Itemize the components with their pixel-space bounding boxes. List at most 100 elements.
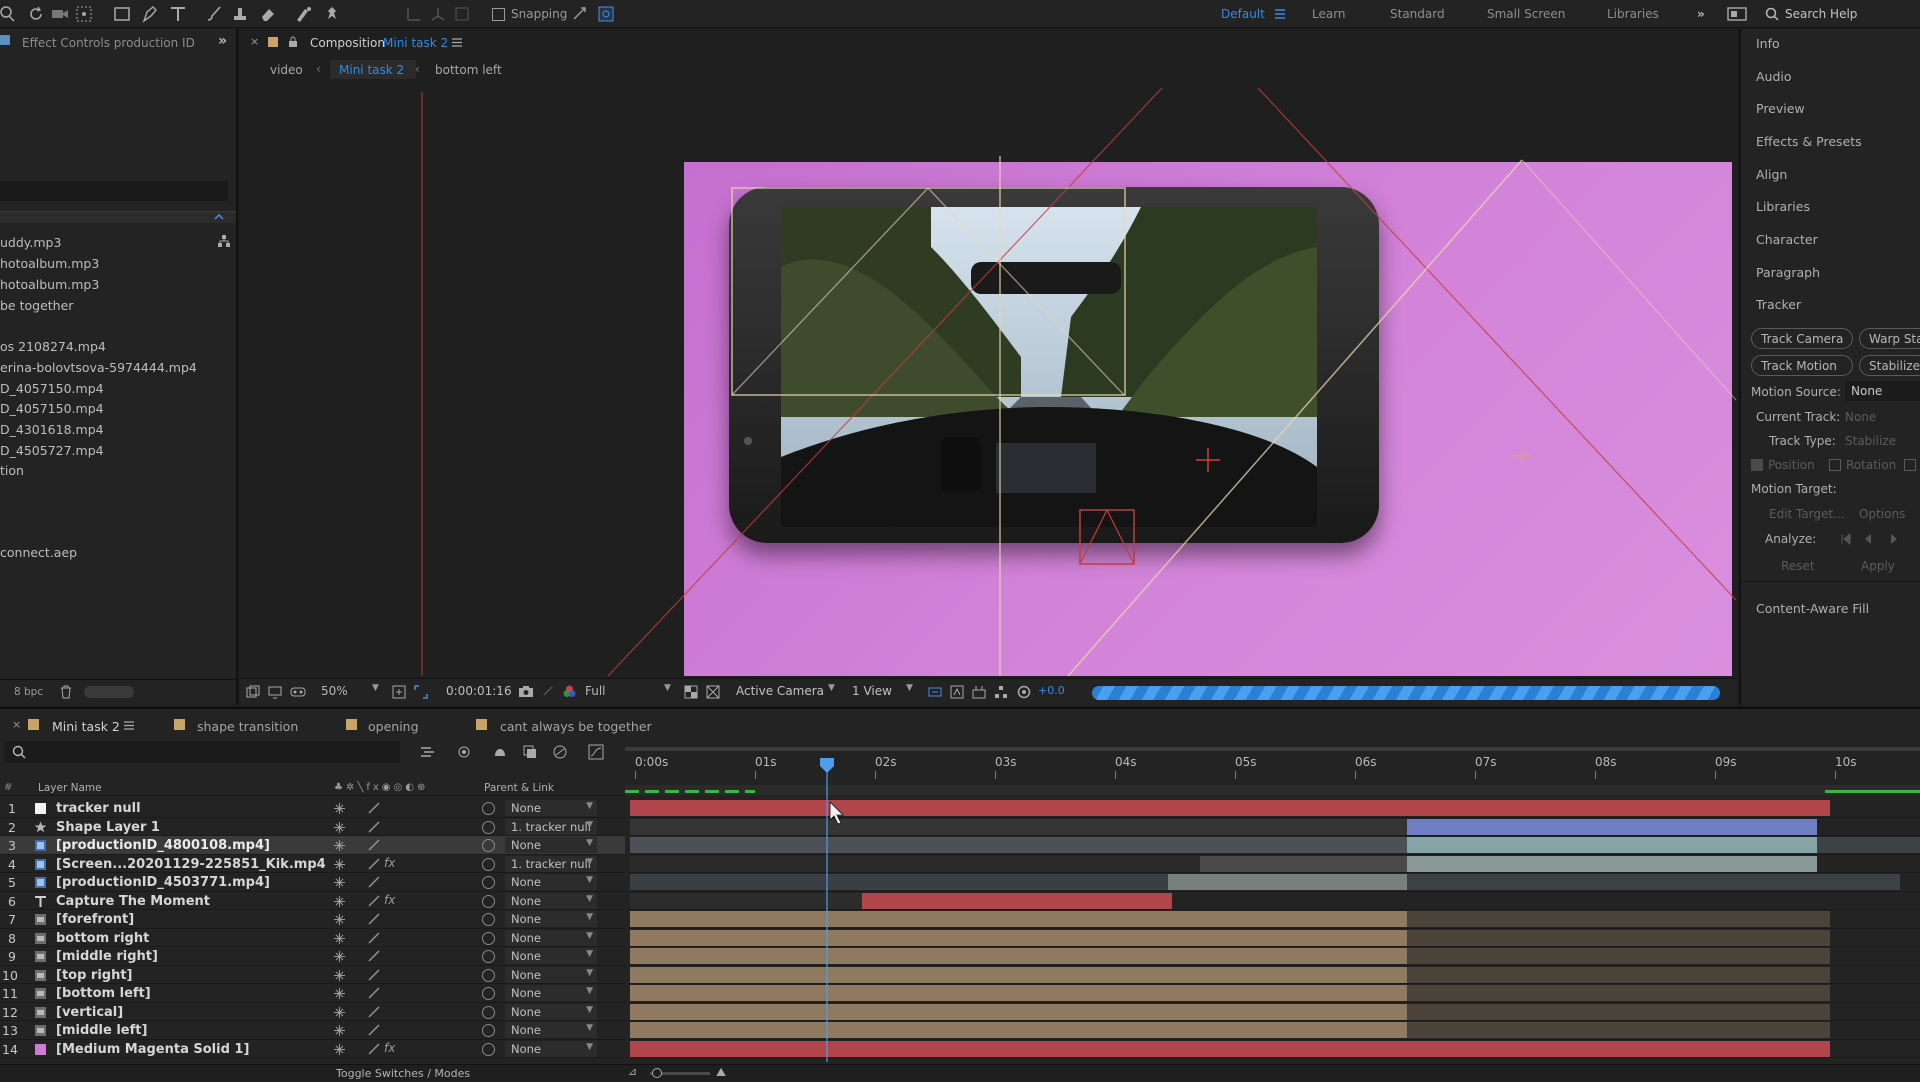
layer-track[interactable]	[630, 836, 1920, 855]
shy-layers-icon[interactable]	[492, 744, 508, 760]
parent-dropdown[interactable]: None ▼	[505, 837, 597, 853]
layer-duration-bar[interactable]	[1407, 985, 1830, 1001]
timeline-tab[interactable]: opening	[368, 719, 419, 734]
warp-stabilizer-button[interactable]: Warp Stab	[1859, 328, 1920, 349]
layer-track[interactable]	[630, 818, 1920, 836]
exposure-reset-icon[interactable]	[1017, 685, 1031, 699]
layer-duration-bar[interactable]	[1407, 929, 1830, 946]
parent-pickwhip-icon[interactable]	[482, 1024, 495, 1037]
panel-character[interactable]: Character	[1756, 232, 1818, 247]
panel-preview[interactable]: Preview	[1756, 101, 1805, 116]
timeline-link-icon[interactable]	[972, 685, 986, 699]
layer-track[interactable]	[630, 966, 1920, 984]
quality-switch-icon[interactable]	[368, 821, 380, 833]
layer-name[interactable]: [Screen...20201129-225851_Kik.mp4]	[56, 857, 326, 872]
layer-row[interactable]: 12 [vertical] None ▼	[0, 1003, 625, 1021]
panel-align[interactable]: Align	[1756, 167, 1787, 182]
layer-duration-bar[interactable]	[1407, 818, 1817, 835]
parent-pickwhip-icon[interactable]	[482, 839, 495, 852]
chevron-down-icon[interactable]: ▼	[828, 683, 835, 693]
chevron-down-icon[interactable]: ▼	[664, 683, 671, 693]
effects-switch-icon[interactable]: fx	[384, 1041, 395, 1055]
collapse-transform-icon[interactable]	[334, 932, 345, 944]
layer-name[interactable]: [top right]	[56, 968, 326, 983]
tab-menu-icon[interactable]	[124, 721, 134, 730]
layer-duration-bar[interactable]	[1407, 837, 1817, 853]
layer-name[interactable]: bottom right	[56, 931, 326, 946]
layer-duration-bar[interactable]	[630, 855, 1200, 872]
collapse-transform-icon[interactable]	[334, 895, 345, 907]
parent-dropdown[interactable]: 1. tracker null ▼	[505, 818, 597, 835]
quality-switch-icon[interactable]	[368, 1006, 380, 1018]
panel-libraries[interactable]: Libraries	[1756, 199, 1810, 214]
snapshot-camera-icon[interactable]	[518, 685, 534, 698]
layer-name[interactable]: Shape Layer 1	[56, 820, 326, 835]
reset-button[interactable]: Reset	[1781, 559, 1815, 573]
parent-dropdown[interactable]: None ▼	[505, 948, 597, 964]
timeline-tab[interactable]: cant always be together	[500, 719, 652, 734]
collapse-transform-icon[interactable]	[334, 988, 345, 999]
comp-mini-flowchart-icon[interactable]	[420, 745, 436, 759]
timeline-zoom-handle[interactable]	[652, 1068, 662, 1078]
layer-track[interactable]	[630, 1021, 1920, 1040]
collapse-transform-icon[interactable]	[334, 914, 345, 925]
layer-duration-bar[interactable]	[630, 800, 1830, 816]
effects-switch-icon[interactable]: fx	[384, 856, 395, 870]
layer-row[interactable]: 8 bottom right None ▼	[0, 929, 625, 947]
layer-duration-bar[interactable]	[630, 892, 862, 909]
layer-name[interactable]: [vertical]	[56, 1005, 326, 1020]
collapse-transform-icon[interactable]	[334, 951, 345, 962]
quality-switch-icon[interactable]	[368, 950, 380, 962]
scale-checkbox[interactable]	[1904, 459, 1916, 471]
panel-content-aware-fill[interactable]: Content-Aware Fill	[1756, 601, 1869, 616]
layer-row[interactable]: 1 tracker null None ▼	[0, 799, 625, 818]
track-motion-button[interactable]: Track Motion	[1751, 355, 1853, 376]
quality-switch-icon[interactable]	[368, 876, 380, 888]
collapse-transform-icon[interactable]	[334, 1006, 345, 1018]
layer-row[interactable]: 4 [Screen...20201129-225851_Kik.mp4] fx 1. …	[0, 855, 625, 873]
layer-duration-bar[interactable]	[630, 837, 1407, 853]
parent-dropdown[interactable]: 1. tracker null ▼	[505, 855, 597, 872]
parent-pickwhip-icon[interactable]	[482, 1042, 495, 1056]
composition-canvas[interactable]	[421, 87, 1737, 677]
layer-row[interactable]: 6 Capture The Moment fx None ▼	[0, 892, 625, 910]
quality-switch-icon[interactable]	[368, 802, 380, 814]
layer-name-header[interactable]: Layer Name	[38, 782, 102, 794]
layer-duration-bar[interactable]	[630, 948, 1407, 964]
toggle-mask-icon[interactable]	[706, 685, 720, 699]
transparency-grid-icon[interactable]	[684, 685, 698, 699]
collapse-transform-icon[interactable]	[334, 821, 345, 833]
effects-switch-icon[interactable]: fx	[384, 893, 395, 907]
parent-pickwhip-icon[interactable]	[482, 913, 495, 926]
parent-dropdown[interactable]: None ▼	[505, 800, 597, 816]
primary-viewer-icon[interactable]	[268, 685, 282, 699]
camera-dropdown[interactable]: Active Camera	[736, 684, 824, 698]
layer-duration-bar[interactable]	[630, 1003, 1407, 1020]
quality-switch-icon[interactable]	[368, 1024, 380, 1036]
track-camera-button[interactable]: Track Camera	[1751, 328, 1853, 349]
comp-flowchart-icon[interactable]	[994, 685, 1008, 699]
parent-pickwhip-icon[interactable]	[482, 1005, 495, 1019]
analyze-controls-icon[interactable]	[1841, 533, 1911, 545]
layer-track[interactable]	[630, 1003, 1920, 1021]
panel-info[interactable]: Info	[1756, 36, 1780, 51]
options-button[interactable]: Options	[1859, 507, 1905, 521]
collapse-transform-icon[interactable]	[334, 877, 345, 888]
panel-tracker[interactable]: Tracker	[1756, 297, 1801, 312]
parent-dropdown[interactable]: None ▼	[505, 1003, 597, 1020]
parent-dropdown[interactable]: None ▼	[505, 874, 597, 890]
layer-duration-bar[interactable]	[630, 929, 1407, 946]
layer-duration-bar[interactable]	[630, 874, 1168, 890]
layer-duration-bar[interactable]	[630, 985, 1407, 1001]
fit-frame-icon[interactable]	[392, 685, 406, 699]
panel-paragraph[interactable]: Paragraph	[1756, 265, 1820, 280]
layer-duration-bar[interactable]	[1168, 874, 1407, 890]
exposure-value[interactable]: +0.0	[1038, 684, 1065, 697]
layer-name[interactable]: [middle left]	[56, 1023, 326, 1038]
parent-pickwhip-icon[interactable]	[482, 876, 495, 889]
layer-name[interactable]: [productionID_4503771.mp4]	[56, 875, 326, 890]
zoom-in-icon[interactable]: ⛰	[716, 1065, 726, 1080]
parent-pickwhip-icon[interactable]	[482, 950, 495, 963]
always-preview-icon[interactable]	[246, 685, 260, 699]
layer-search-input[interactable]	[4, 741, 400, 763]
